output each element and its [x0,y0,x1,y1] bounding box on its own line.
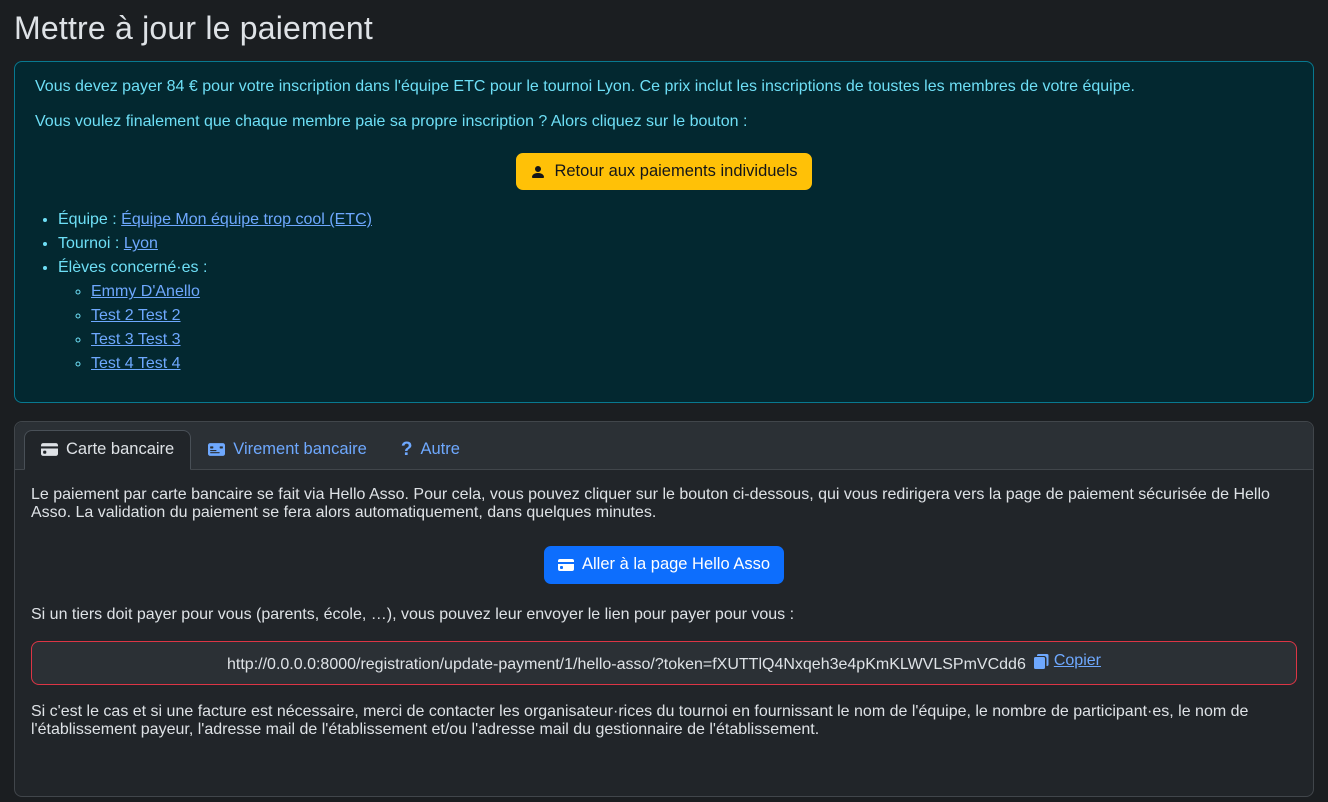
students-list-item: Élèves concerné·es : Emmy D'Anello Test … [58,256,1293,376]
student-link[interactable]: Emmy D'Anello [91,283,200,300]
third-party-text: Si un tiers doit payer pour vous (parent… [31,606,1297,624]
team-link[interactable]: Équipe Mon équipe trop cool (ETC) [121,211,372,228]
copy-icon [1033,653,1051,669]
student-link[interactable]: Test 3 Test 3 [91,331,181,348]
tab-label: Carte bancaire [66,440,174,459]
tab-virement-bancaire[interactable]: Virement bancaire [191,430,384,470]
students-label: Élèves concerné·es : [58,259,207,276]
students-sub-list: Emmy D'Anello Test 2 Test 2 Test 3 Test … [58,280,1293,376]
tournament-label: Tournoi : [58,235,124,252]
credit-card-icon [558,557,574,573]
payment-link-box: http://0.0.0.0:8000/registration/update-… [31,641,1297,685]
helloasso-button-label: Aller à la page Hello Asso [582,554,770,575]
bank-card-front-icon [208,441,225,458]
payment-link-url: http://0.0.0.0:8000/registration/update-… [227,656,1026,673]
tab-autre[interactable]: ? Autre [384,430,477,470]
tab-label: Autre [420,440,459,459]
payment-methods-card: Carte bancaire Virement bancaire ? Autre… [14,421,1314,796]
tournament-link[interactable]: Lyon [124,235,158,252]
copy-link-button[interactable]: Copier [1033,652,1101,670]
team-label: Équipe : [58,211,121,228]
back-button-label: Retour aux paiements individuels [554,161,797,182]
page-title: Mettre à jour le paiement [14,10,1314,47]
card-tab-panel: Le paiement par carte bancaire se fait v… [15,470,1313,795]
student-list-item: Test 2 Test 2 [91,304,1293,328]
tournament-list-item: Tournoi : Lyon [58,232,1293,256]
helloasso-page-button[interactable]: Aller à la page Hello Asso [544,546,784,583]
team-list-item: Équipe : Équipe Mon équipe trop cool (ET… [58,208,1293,232]
student-link[interactable]: Test 4 Test 4 [91,355,181,372]
back-to-individual-payments-button[interactable]: Retour aux paiements individuels [516,153,811,190]
registration-summary-list: Équipe : Équipe Mon équipe trop cool (ET… [35,208,1293,376]
student-list-item: Test 3 Test 3 [91,328,1293,352]
invoice-instructions-text: Si c'est le cas et si une facture est né… [31,703,1297,739]
helloasso-intro-text: Le paiement par carte bancaire se fait v… [31,486,1297,522]
copy-link-label: Copier [1054,652,1101,670]
credit-card-icon [41,441,58,458]
person-icon [530,164,546,180]
back-button-row: Retour aux paiements individuels [35,153,1293,190]
payment-info-alert: Vous devez payer 84 € pour votre inscrip… [14,61,1314,403]
alert-line2: Vous voulez finalement que chaque membre… [35,113,1293,131]
tab-label: Virement bancaire [233,440,367,459]
student-link[interactable]: Test 2 Test 2 [91,307,181,324]
payment-tabs-header: Carte bancaire Virement bancaire ? Autre [15,422,1313,470]
student-list-item: Test 4 Test 4 [91,352,1293,376]
helloasso-button-row: Aller à la page Hello Asso [31,546,1297,583]
page-container: Mettre à jour le paiement Vous devez pay… [0,0,1328,797]
alert-line1: Vous devez payer 84 € pour votre inscrip… [35,78,1293,96]
student-list-item: Emmy D'Anello [91,280,1293,304]
question-mark-icon: ? [401,440,413,459]
tab-carte-bancaire[interactable]: Carte bancaire [24,430,191,470]
